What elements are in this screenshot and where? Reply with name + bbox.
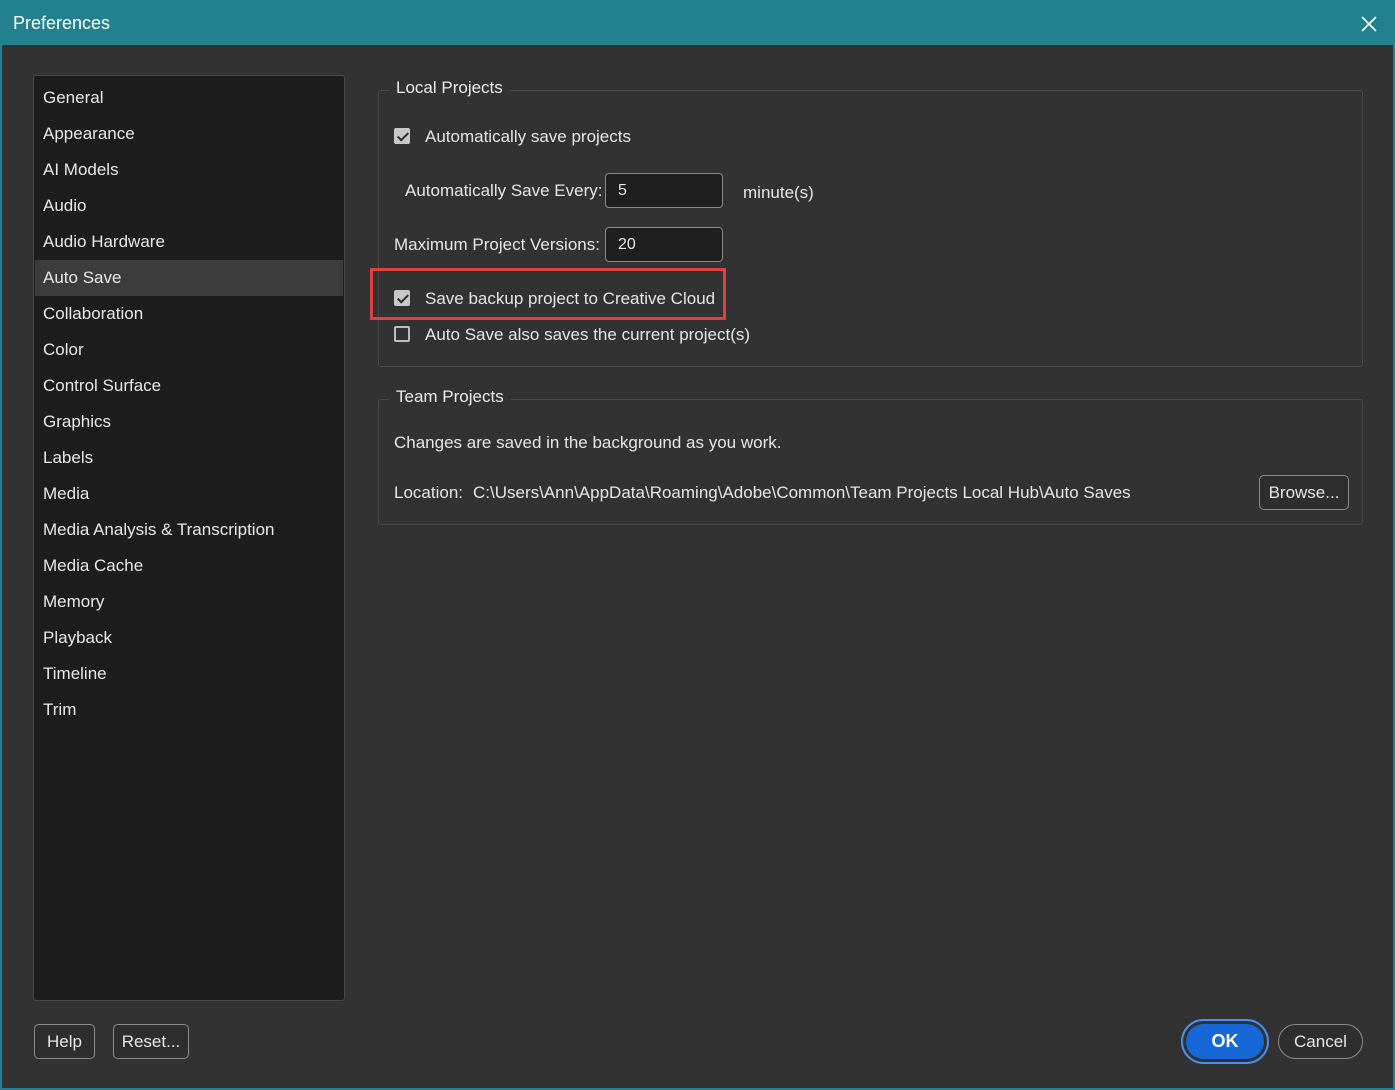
sidebar-item-general[interactable]: General [35,80,343,116]
dialog-title: Preferences [13,13,111,33]
save-every-unit: minute(s) [743,183,814,202]
cancel-button[interactable]: Cancel [1278,1024,1363,1059]
close-icon [1361,16,1377,32]
sidebar-item-control-surface[interactable]: Control Surface [35,368,343,404]
sidebar-item-timeline[interactable]: Timeline [35,656,343,692]
team-projects-group: Team Projects [378,387,1363,525]
also-saves-checkbox[interactable] [394,326,410,342]
max-versions-label: Maximum Project Versions: [394,235,600,254]
save-every-label: Automatically Save Every: [405,181,603,200]
team-projects-description: Changes are saved in the background as y… [394,433,782,452]
save-every-input[interactable] [605,173,723,208]
sidebar-item-trim[interactable]: Trim [35,692,343,728]
sidebar-item-graphics[interactable]: Graphics [35,404,343,440]
sidebar-item-media[interactable]: Media [35,476,343,512]
highlight-box [370,268,726,320]
auto-save-label: Automatically save projects [425,127,631,146]
preferences-dialog: Preferences General Appearance AI Models Au… [0,0,1395,1090]
sidebar-item-collaboration[interactable]: Collaboration [35,296,343,332]
sidebar-item-audio-hardware[interactable]: Audio Hardware [35,224,343,260]
close-button[interactable] [1355,10,1383,38]
sidebar-item-auto-save[interactable]: Auto Save [35,260,343,296]
sidebar-item-audio[interactable]: Audio [35,188,343,224]
sidebar-item-appearance[interactable]: Appearance [35,116,343,152]
reset-button[interactable]: Reset... [113,1024,189,1059]
location-label: Location: [394,483,463,502]
preferences-category-list: General Appearance AI Models Audio Audio Har… [33,75,345,1001]
local-projects-title: Local Projects [389,78,510,98]
title-bar: Preferences [2,2,1393,45]
sidebar-item-labels[interactable]: Labels [35,440,343,476]
sidebar-item-color[interactable]: Color [35,332,343,368]
ok-button[interactable]: OK [1181,1019,1269,1064]
team-projects-title: Team Projects [389,387,511,407]
auto-save-checkbox[interactable] [394,128,410,144]
max-versions-input[interactable] [605,227,723,262]
sidebar-item-memory[interactable]: Memory [35,584,343,620]
help-button[interactable]: Help [34,1024,95,1059]
sidebar-item-playback[interactable]: Playback [35,620,343,656]
browse-button[interactable]: Browse... [1259,475,1349,510]
sidebar-item-media-cache[interactable]: Media Cache [35,548,343,584]
location-path: C:\Users\Ann\AppData\Roaming\Adobe\Commo… [473,483,1131,502]
also-saves-label: Auto Save also saves the current project… [425,325,751,344]
sidebar-item-ai-models[interactable]: AI Models [35,152,343,188]
sidebar-item-media-analysis-transcription[interactable]: Media Analysis & Transcription [35,512,343,548]
ok-button-label: OK [1186,1024,1264,1059]
